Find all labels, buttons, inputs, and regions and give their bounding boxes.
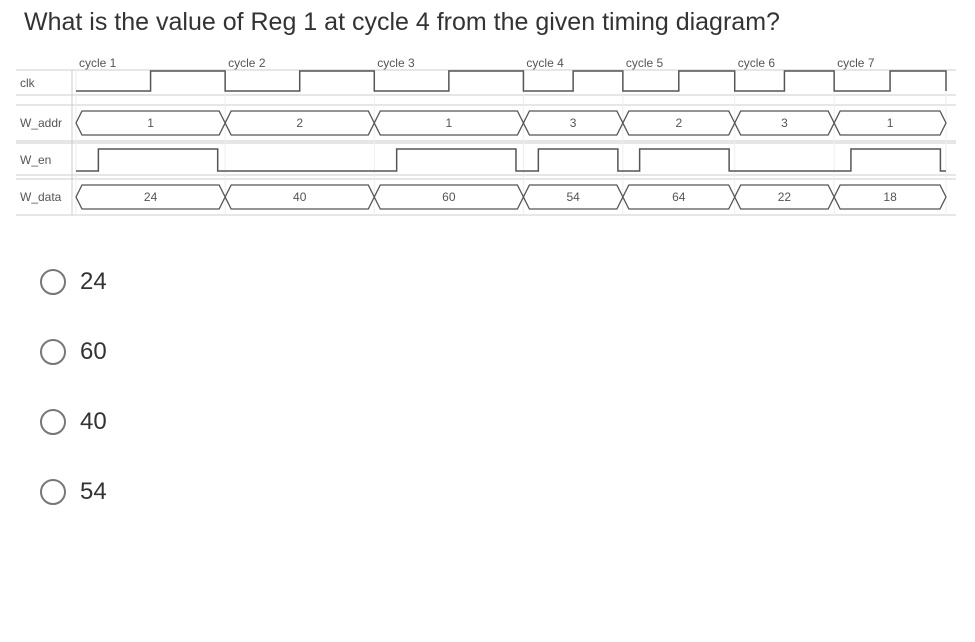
option-2[interactable]: 40 (40, 408, 951, 436)
option-label: 60 (80, 338, 107, 366)
svg-text:W_data: W_data (20, 190, 62, 204)
svg-text:cycle 4: cycle 4 (526, 56, 564, 70)
radio-icon (40, 339, 66, 365)
svg-text:3: 3 (570, 116, 577, 130)
question-text: What is the value of Reg 1 at cycle 4 fr… (0, 0, 975, 49)
svg-text:64: 64 (672, 190, 686, 204)
svg-text:2: 2 (296, 116, 303, 130)
svg-text:3: 3 (781, 116, 788, 130)
svg-text:cycle 6: cycle 6 (738, 56, 776, 70)
svg-text:clk: clk (20, 76, 36, 90)
radio-icon (40, 479, 66, 505)
svg-text:1: 1 (147, 116, 154, 130)
svg-text:24: 24 (144, 190, 158, 204)
svg-text:W_en: W_en (20, 153, 51, 167)
answer-options: 24 60 40 54 (0, 228, 975, 506)
svg-text:22: 22 (778, 190, 792, 204)
svg-text:cycle 7: cycle 7 (837, 56, 875, 70)
radio-icon (40, 409, 66, 435)
svg-text:40: 40 (293, 190, 307, 204)
svg-text:cycle 2: cycle 2 (228, 56, 266, 70)
svg-text:cycle 5: cycle 5 (626, 56, 664, 70)
option-label: 24 (80, 268, 107, 296)
option-label: 40 (80, 408, 107, 436)
timing-svg: cycle 1 cycle 2 cycle 3 cycle 4 cycle 5 cycle… (16, 53, 956, 223)
option-3[interactable]: 54 (40, 478, 951, 506)
timing-diagram: cycle 1 cycle 2 cycle 3 cycle 4 cycle 5 cycle… (16, 53, 956, 228)
svg-text:18: 18 (883, 190, 897, 204)
svg-text:1: 1 (887, 116, 894, 130)
option-label: 54 (80, 478, 107, 506)
svg-text:2: 2 (675, 116, 682, 130)
svg-text:60: 60 (442, 190, 456, 204)
svg-text:cycle 3: cycle 3 (377, 56, 415, 70)
svg-text:54: 54 (566, 190, 580, 204)
radio-icon (40, 269, 66, 295)
option-1[interactable]: 60 (40, 338, 951, 366)
svg-text:W_addr: W_addr (20, 116, 62, 130)
option-0[interactable]: 24 (40, 268, 951, 296)
svg-text:1: 1 (446, 116, 453, 130)
svg-text:cycle 1: cycle 1 (79, 56, 117, 70)
